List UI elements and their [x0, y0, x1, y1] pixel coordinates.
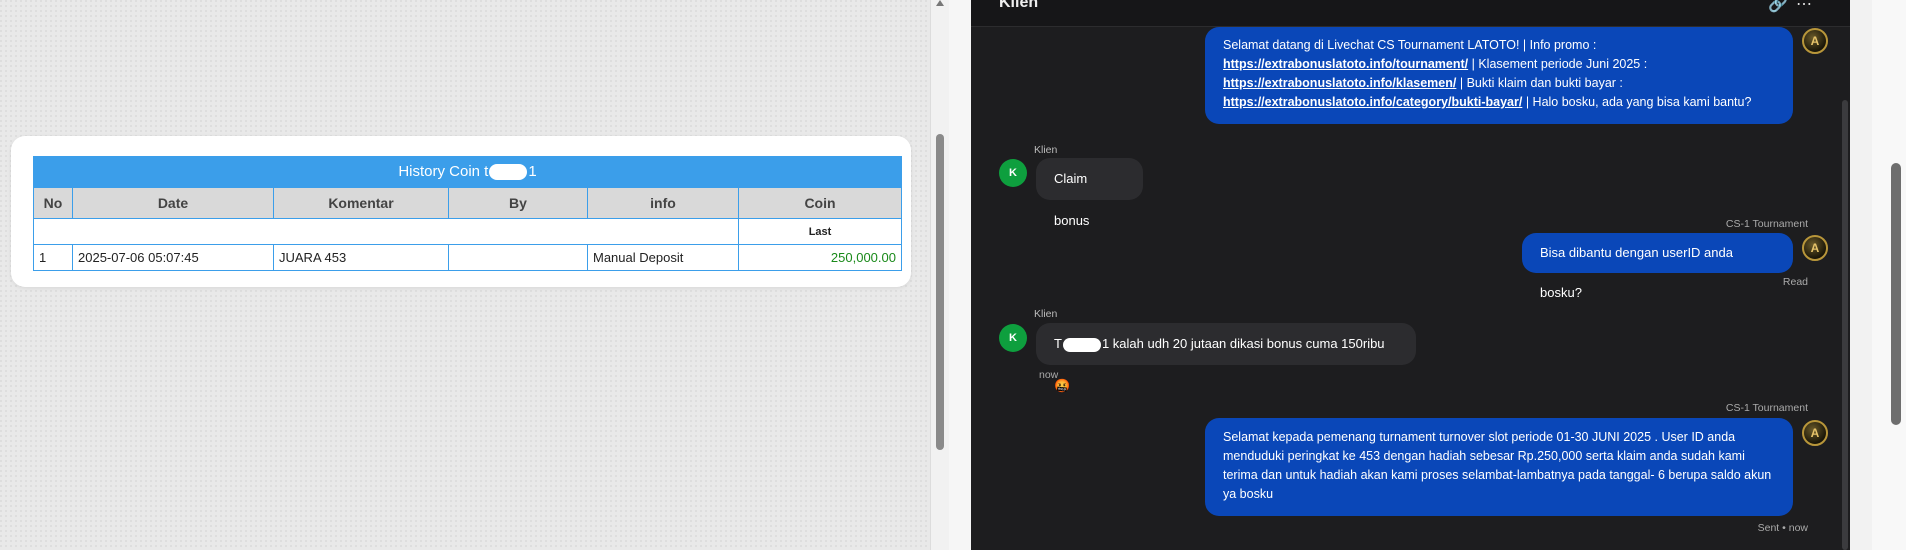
table-header-row: No Date Komentar By info Coin [33, 187, 902, 219]
message-status: Read [1782, 276, 1808, 288]
agent-name: CS-1 Tournament [1725, 218, 1808, 230]
client-message: Claim bonus [1036, 158, 1143, 228]
message-time: now [1039, 369, 1059, 381]
col-date: Date [72, 187, 274, 219]
pane-gutter [949, 0, 971, 550]
message-status: Sent • now [1757, 522, 1808, 534]
left-pane: History Coin t1 No Date Komentar By info… [0, 0, 930, 550]
col-by: By [448, 187, 588, 219]
message-text: | Bukti klaim dan bukti bayar : [1456, 76, 1623, 90]
agent-message: Selamat kepada pemenang turnament turnov… [1205, 418, 1793, 516]
client-bubble: Claim bonus [1036, 158, 1143, 228]
link-icon[interactable]: 🔗 [1768, 0, 1796, 13]
page-scrollbar[interactable] [1872, 0, 1906, 550]
agent-avatar: A [1802, 28, 1828, 54]
cell-by [448, 244, 588, 271]
redacted-block [1062, 337, 1101, 352]
table-subheader-row: Last [33, 218, 902, 245]
scroll-up-arrow-icon[interactable] [936, 0, 944, 6]
agent-name: CS-1 Tournament [1725, 402, 1808, 414]
agent-bubble-welcome: Selamat datang di Livechat CS Tournament… [1205, 27, 1793, 124]
last-label: Last [738, 218, 902, 245]
client-avatar: K [999, 324, 1027, 352]
col-komentar: Komentar [273, 187, 449, 219]
message-text: Selamat datang di Livechat CS Tournament… [1223, 38, 1597, 52]
message-text: | Klasement periode Juni 2025 : [1468, 57, 1648, 71]
client-avatar: K [999, 159, 1027, 187]
cell-info: Manual Deposit [587, 244, 739, 271]
cell-no: 1 [33, 244, 73, 271]
promo-link[interactable]: https://extrabonuslatoto.info/category/b… [1223, 95, 1522, 109]
col-info: info [587, 187, 739, 219]
more-icon[interactable]: ⋯ [1796, 0, 1820, 13]
client-message: T1 kalah udh 20 jutaan dikasi bonus cuma… [1036, 323, 1416, 393]
cell-date: 2025-07-06 05:07:45 [72, 244, 274, 271]
agent-avatar: A [1802, 420, 1828, 446]
col-no: No [33, 187, 73, 219]
chat-title: Klien [999, 0, 1039, 11]
agent-bubble: Bisa dibantu dengan userID anda bosku? [1522, 233, 1793, 300]
message-text: | Halo bosku, ada yang bisa kami bantu? [1522, 95, 1752, 109]
left-scrollbar-thumb[interactable] [936, 134, 944, 450]
history-card: History Coin t1 No Date Komentar By info… [11, 136, 911, 287]
history-coin-table: History Coin t1 No Date Komentar By info… [33, 156, 902, 271]
left-scrollbar[interactable] [930, 0, 949, 550]
sender-name: Klien [1034, 144, 1058, 156]
table-row: 1 2025-07-06 05:07:45 JUARA 453 Manual D… [33, 244, 902, 271]
agent-message: Bisa dibantu dengan userID anda bosku? [1522, 233, 1793, 300]
redacted-block [489, 164, 528, 181]
chat-header: Klien 🔗⋯ [971, 0, 1850, 27]
history-table-title: History Coin t1 [33, 156, 902, 187]
cell-komentar: JUARA 453 [273, 244, 449, 271]
sender-name: Klien [1034, 308, 1058, 320]
col-coin: Coin [738, 187, 902, 219]
right-gutter [1850, 0, 1872, 550]
page-scrollbar-thumb[interactable] [1891, 163, 1901, 425]
header-icons: 🔗⋯ [1768, 0, 1820, 14]
agent-bubble: Selamat kepada pemenang turnament turnov… [1205, 418, 1793, 516]
chat-scrollbar-thumb[interactable] [1842, 100, 1848, 550]
promo-link[interactable]: https://extrabonuslatoto.info/klasemen/ [1223, 76, 1456, 90]
cell-coin: 250,000.00 [738, 244, 902, 271]
client-bubble: T1 kalah udh 20 jutaan dikasi bonus cuma… [1036, 323, 1416, 393]
agent-message: Selamat datang di Livechat CS Tournament… [1205, 27, 1793, 124]
chat-pane: Klien 🔗⋯ Selamat datang di Livechat CS T… [971, 0, 1850, 550]
empty-cell [33, 218, 739, 245]
agent-avatar: A [1802, 235, 1828, 261]
promo-link[interactable]: https://extrabonuslatoto.info/tournament… [1223, 57, 1468, 71]
